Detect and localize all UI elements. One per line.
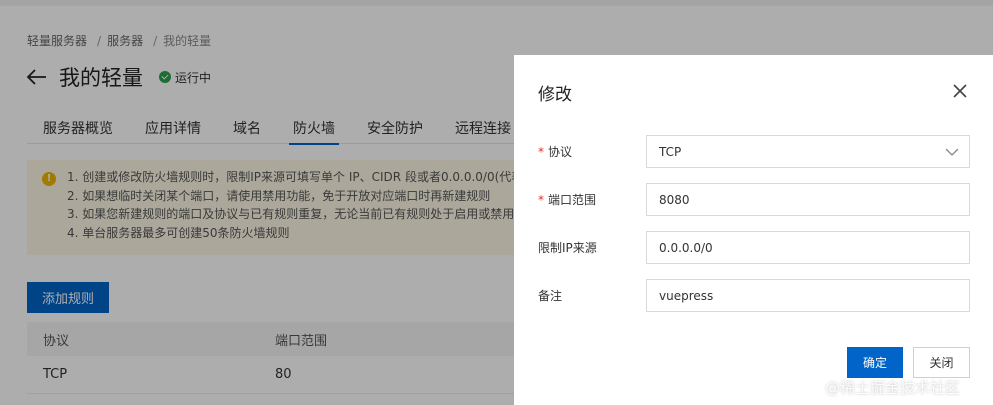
protocol-select[interactable]: TCP [646,135,970,168]
remark-label: 备注 [538,289,563,303]
port-range-label: * 端口范围 [538,193,597,207]
chevron-down-icon [945,146,959,156]
close-icon[interactable] [951,82,969,100]
ip-source-input[interactable] [646,231,970,264]
form-row-protocol: * 协议 TCP [514,135,993,168]
required-mark: * [538,145,544,159]
protocol-label: * 协议 [538,145,573,159]
form-row-ip-source: 限制IP来源 [514,231,993,264]
form-row-remark: 备注 [514,279,993,312]
remark-input[interactable] [646,279,970,312]
ip-source-label: 限制IP来源 [538,241,597,255]
protocol-select-value: TCP [659,145,682,159]
confirm-button[interactable]: 确定 [847,347,903,378]
port-range-input[interactable] [646,183,970,216]
form-row-port-range: * 端口范围 [514,183,993,216]
dialog-title: 修改 [538,85,572,105]
edit-rule-dialog: 修改 *协议 TCP *端口范围 限制IP来源 备注 确定 关闭 [514,55,993,405]
required-mark: * [538,193,544,207]
close-button[interactable]: 关闭 [913,347,970,378]
watermark: @稀土掘金技术社区 [825,379,961,397]
